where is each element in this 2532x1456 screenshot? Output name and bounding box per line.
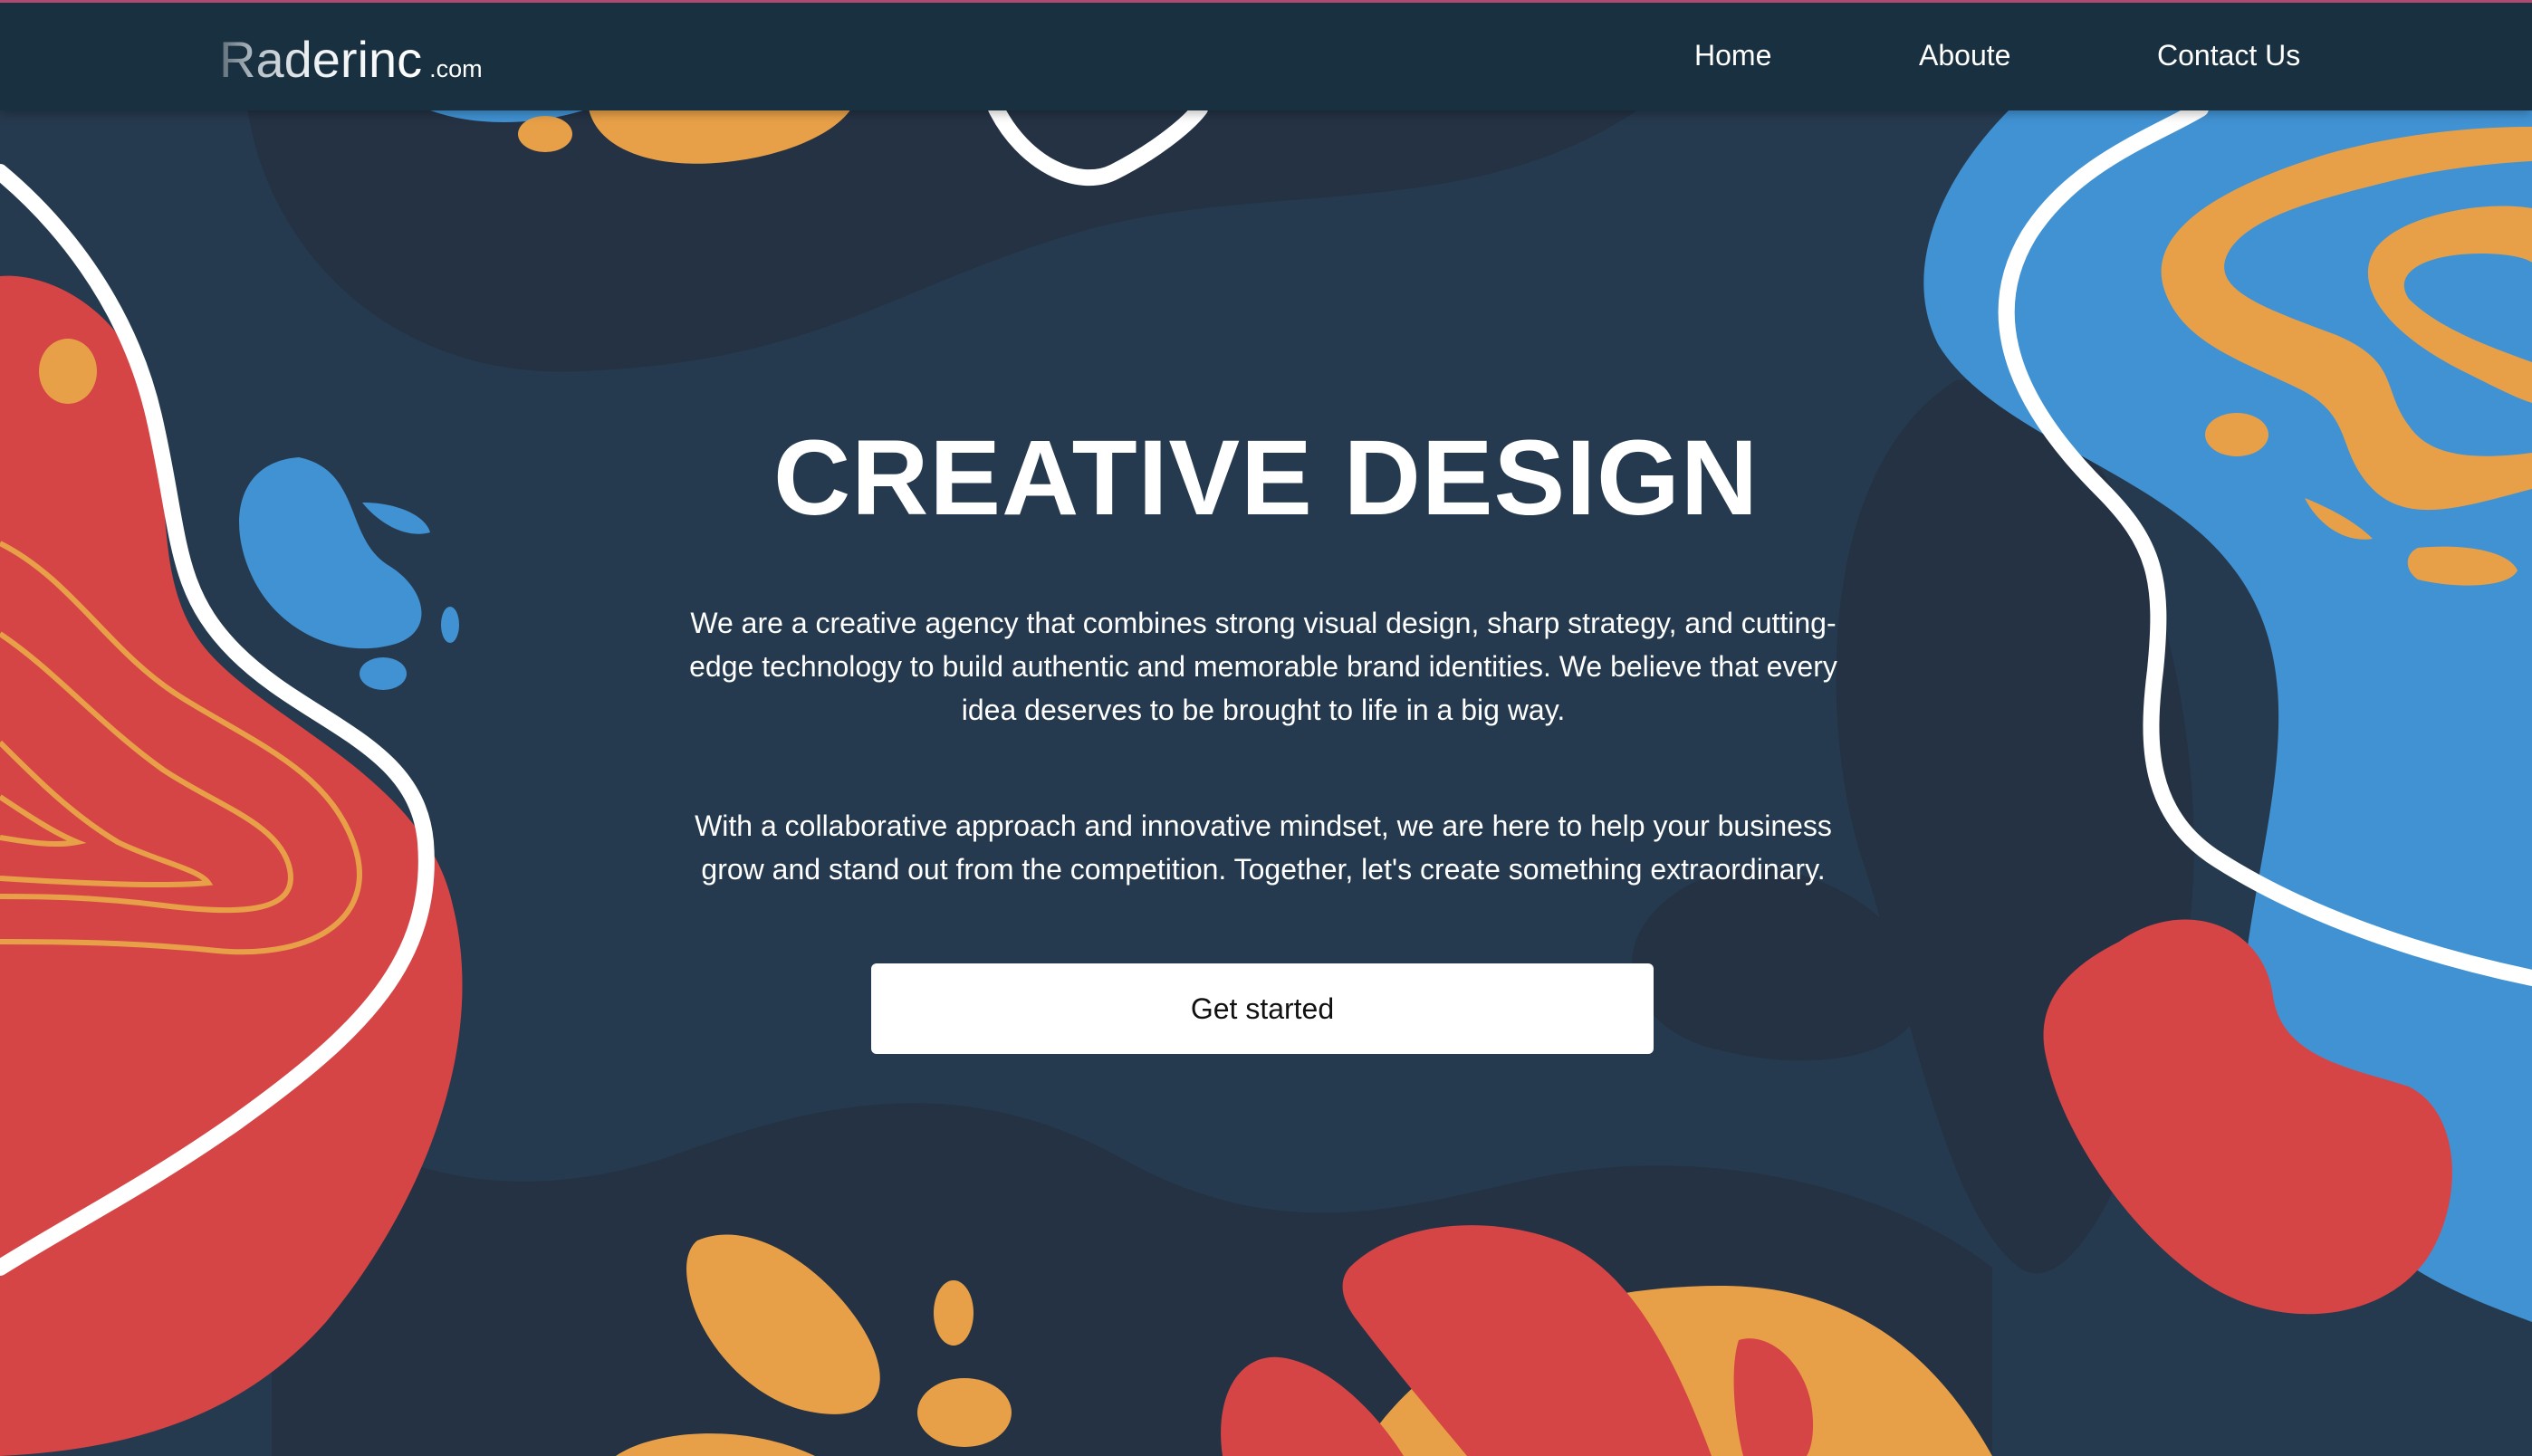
hero-section: CREATIVE DESIGN We are a creative agency… (0, 0, 2532, 1456)
top-accent-line (0, 0, 2532, 3)
brand-name: Raderinc (219, 31, 423, 88)
get-started-button[interactable]: Get started (871, 963, 1654, 1054)
brand-suffix: .com (429, 55, 483, 82)
nav-link-home[interactable]: Home (1694, 39, 1771, 72)
landing-page: Raderinc .com Home Aboute Contact Us CRE… (0, 0, 2532, 1456)
hero-approach-paragraph: With a collaborative approach and innova… (695, 809, 1832, 886)
nav-link-aboute[interactable]: Aboute (1919, 39, 2010, 72)
hero-intro-paragraph: We are a creative agency that combines s… (689, 607, 1837, 726)
top-navbar: Raderinc .com Home Aboute Contact Us (0, 3, 2532, 110)
brand-logo-link[interactable]: Raderinc .com (219, 30, 483, 89)
nav-link-contact-us[interactable]: Contact Us (2157, 39, 2300, 72)
hero-title: CREATIVE DESIGN (772, 418, 1760, 538)
